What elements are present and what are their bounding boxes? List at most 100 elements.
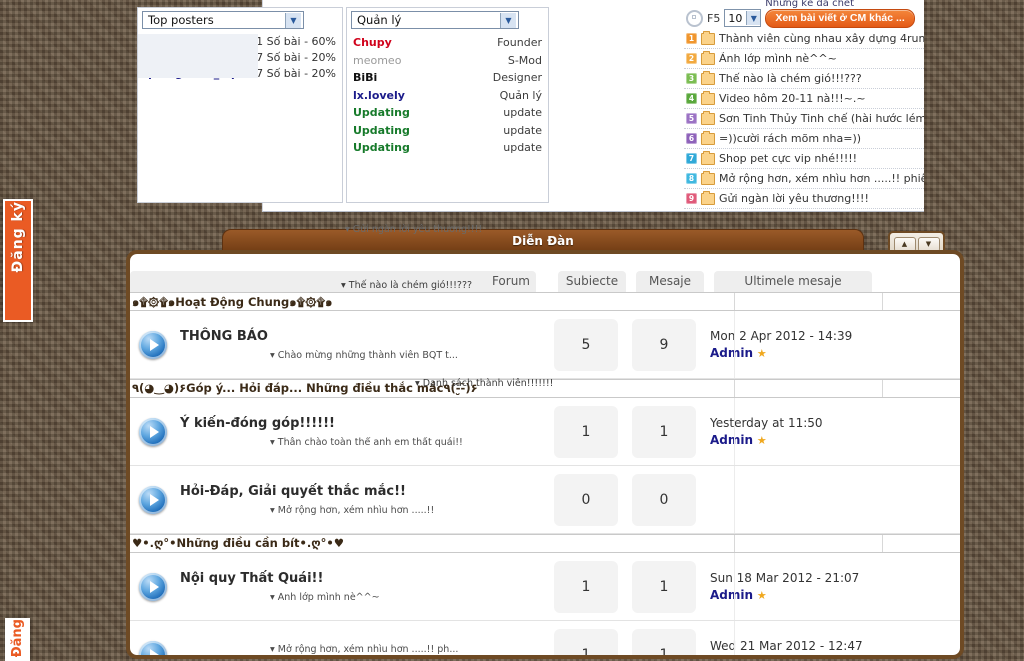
chevron-down-icon: ▼	[746, 11, 761, 25]
forum-name[interactable]: Nội quy Thất Quái!!	[180, 571, 540, 586]
forum-category-float-note: ▾ Danh sách thành viên!!!!!!!	[415, 378, 554, 389]
star-icon: ★	[756, 433, 767, 447]
play-icon[interactable]	[139, 485, 167, 514]
last-post-author[interactable]: Admin	[710, 656, 753, 660]
column-header-messages: Mesaje	[636, 271, 704, 292]
column-divider	[734, 535, 735, 552]
forum-table: Forum Subiecte Mesaje Ultimele mesaje ๑۩…	[130, 254, 960, 660]
recent-topic-title[interactable]: Thành viên cùng nhau xây dựng 4rum!!!!!	[719, 32, 924, 45]
staff-role: update	[503, 106, 542, 119]
messages-count: 0	[632, 473, 696, 526]
top-posters-select[interactable]: Top posters ▼	[142, 11, 304, 29]
column-header-forum: Forum	[130, 271, 536, 292]
forum-status-icon-cell	[130, 640, 176, 655]
play-icon[interactable]	[139, 417, 167, 446]
forum-name[interactable]: Hỏi-Đáp, Giải quyết thắc mắc!!	[180, 484, 540, 499]
forum-last-topic-note: ▾ Chào mừng những thành viên BQT t...	[270, 349, 458, 361]
forum-category-list: ๑۩۞۩๑Hoạt Động Chung๑۩۞۩๑ THÔNG BÁO ▾ Chào…	[130, 292, 960, 660]
f5-count-select[interactable]: 10 ▼	[724, 9, 762, 27]
topic-number-badge: 3	[686, 73, 697, 84]
folder-icon	[701, 191, 715, 205]
register-side-tab[interactable]: Đăng ký	[3, 199, 33, 322]
forum-last-topic-note: ▾ Thân chào toàn thể anh em thất quái!!	[270, 436, 463, 448]
column-divider	[882, 380, 883, 397]
chevron-down-icon: ▼	[500, 12, 516, 28]
last-post-author[interactable]: Admin	[710, 433, 753, 447]
recent-topic-title[interactable]: Video hôm 20-11 nà!!!~.~	[719, 92, 924, 105]
play-icon[interactable]	[139, 640, 167, 655]
topic-number-badge: 5	[686, 113, 697, 124]
folder-icon	[701, 71, 715, 85]
staff-row: Chupy Founder	[347, 34, 548, 52]
staff-name[interactable]: Updating	[353, 140, 410, 156]
staff-name[interactable]: BiBi	[353, 70, 377, 86]
top-poster-stat: 21 Số bài - 60%	[249, 35, 336, 49]
forum-name[interactable]: THÔNG BÁO	[180, 329, 540, 344]
messages-count: 1	[632, 405, 696, 458]
staff-row: meomeo S-Mod	[347, 52, 548, 70]
play-icon[interactable]	[139, 330, 167, 359]
last-post-author[interactable]: Admin	[710, 588, 753, 602]
staff-name[interactable]: Updating	[353, 123, 410, 139]
messages-count: 1	[632, 560, 696, 613]
recent-topic-title[interactable]: Thế nào là chém gió!!!???	[719, 72, 924, 85]
login-side-tab-label: Đăng	[10, 619, 25, 658]
staff-role: Designer	[492, 71, 542, 84]
view-other-posts-button[interactable]: Xem bài viết ở CM khác ...	[765, 8, 915, 28]
staff-header: Quản lý ▼	[347, 8, 548, 30]
forum-name[interactable]: Thông tin các thành viên và BQT!	[180, 655, 540, 656]
top-posters-select-value: Top posters	[148, 13, 214, 27]
staff-name[interactable]: Updating	[353, 105, 410, 121]
forum-name[interactable]: Ý kiến-đóng góp!!!!!!	[180, 416, 540, 431]
last-post-date: Yesterday at 11:50	[710, 415, 823, 430]
column-divider	[882, 293, 883, 310]
recent-topic-title[interactable]: Ảnh lớp mình nè^^~	[719, 52, 924, 65]
staff-name[interactable]: Chupy	[353, 35, 392, 51]
forum-category-name: ♥•.ღ°•Những điều cần bít•.ღ°•♥	[132, 536, 345, 550]
last-post-author[interactable]: Admin	[710, 346, 753, 360]
messages-count: 9	[632, 318, 696, 371]
recent-topic-row: 3Thế nào là chém gió!!!???Admin	[684, 69, 924, 89]
column-header-last-message: Ultimele mesaje	[714, 271, 872, 292]
forum-row: Hỏi-Đáp, Giải quyết thắc mắc!! ▾ Mở rộng …	[130, 466, 960, 534]
column-divider	[734, 293, 735, 310]
subjects-count: 1	[554, 560, 618, 613]
last-message-cell: Mon 2 Apr 2012 - 14:39 Admin ★	[696, 328, 890, 362]
forum-category-header: ٩(◕‿◕)۶Góp ý... Hỏi đáp... Những điều th…	[130, 378, 960, 398]
last-post-date: Mon 2 Apr 2012 - 14:39	[710, 328, 853, 343]
column-divider	[734, 466, 735, 533]
play-icon[interactable]	[139, 572, 167, 601]
column-divider	[734, 380, 735, 397]
last-message-cell: Wed 21 Mar 2012 - 12:47Admin ★	[696, 638, 890, 660]
column-header-forum-label: Forum	[491, 274, 530, 288]
forum-last-topic-note: ▾ Mở rộng hơn, xém nhìu hơn .....!! ph..…	[270, 643, 459, 655]
topic-number-badge: 1	[686, 33, 697, 44]
recent-topic-title[interactable]: Mở rộng hơn, xém nhìu hơn .....!! phiên …	[719, 172, 924, 185]
recent-topic-title[interactable]: Sơn Tinh Thủy Tinh chế (hài hước lém^^)	[719, 112, 924, 125]
folder-icon	[701, 31, 715, 45]
recent-topic-row: 5 Sơn Tinh Thủy Tinh chế (hài hước lém^^)…	[684, 109, 924, 129]
staff-role: Founder	[497, 36, 542, 49]
subjects-count: 1	[554, 628, 618, 655]
recent-topic-title[interactable]: Shop pet cực vip nhé!!!!!	[719, 152, 924, 165]
recent-topic-title[interactable]: =))cười rách mõm nha=))	[719, 132, 924, 145]
staff-select[interactable]: Quản lý ▼	[351, 11, 519, 29]
recent-topic-row: 2Ảnh lớp mình nè^^~Admin	[684, 49, 924, 69]
staff-row: BiBi Designer	[347, 69, 548, 87]
forum-row: Thông tin các thành viên và BQT!▾ Mở rộn…	[130, 621, 960, 660]
forum-last-topic-note: ▾ Ảnh lớp mình nè^^~	[270, 591, 380, 603]
recent-topics-list: 1 Thành viên cùng nhau xây dựng 4rum!!!!!…	[684, 29, 924, 209]
overlay-note-top: ▾ Gửi ngàn lời yêu thương!!!!	[345, 224, 483, 235]
refresh-icon[interactable]	[686, 9, 703, 27]
staff-name[interactable]: lx.lovely	[353, 88, 405, 104]
forum-name-cell: Hỏi-Đáp, Giải quyết thắc mắc!! ▾ Mở rộng …	[176, 484, 540, 516]
login-side-tab[interactable]: Đăng	[5, 618, 30, 661]
folder-icon	[701, 171, 715, 185]
f5-label: F5	[707, 11, 721, 25]
forum-status-icon-cell	[130, 485, 176, 514]
star-icon: ★	[756, 346, 767, 360]
subjects-count: 1	[554, 405, 618, 458]
staff-role: update	[503, 123, 542, 137]
recent-topic-title[interactable]: Gửi ngàn lời yêu thương!!!!	[719, 192, 924, 205]
staff-name[interactable]: meomeo	[353, 53, 401, 69]
